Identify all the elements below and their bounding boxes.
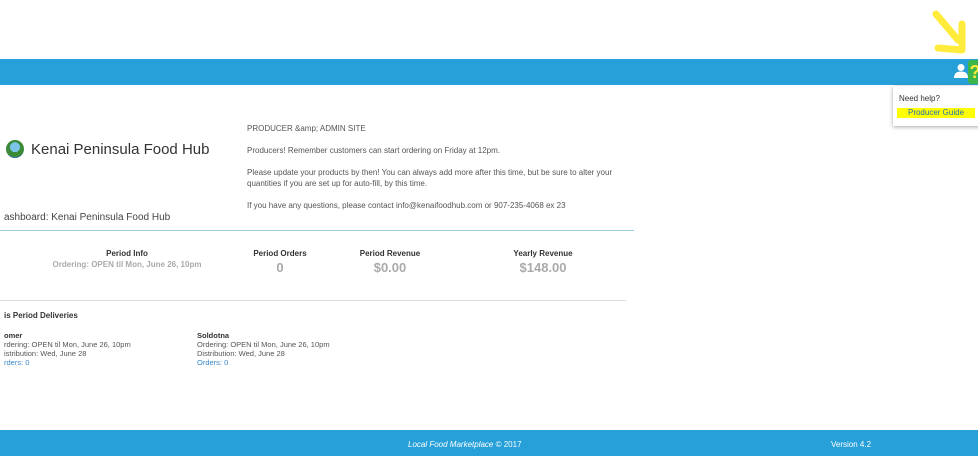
footer-product: Local Food Marketplace	[408, 440, 494, 449]
stat-value: $148.00	[519, 260, 567, 275]
notice-update-2: quantities if you are set up for auto-fi…	[247, 179, 428, 188]
delivery-distribution: Distribution: Wed, June 28	[197, 349, 285, 358]
top-nav-bar	[0, 59, 978, 85]
stat-label: Yearly Revenue	[513, 249, 573, 258]
delivery-homer: omer rdering: OPEN til Mon, June 26, 10p…	[4, 331, 131, 367]
help-title: Need help?	[899, 94, 940, 103]
delivery-orders-link[interactable]: rders: 0	[4, 358, 131, 367]
footer-copyright: Local Food Marketplace © 2017	[408, 440, 522, 449]
notice-contact: If you have any questions, please contac…	[247, 201, 566, 210]
stat-label: Period Revenue	[359, 249, 421, 258]
deliveries-title: is Period Deliveries	[4, 311, 78, 320]
stat-period-orders: Period Orders 0	[240, 249, 320, 275]
delivery-name: omer	[4, 331, 23, 340]
divider	[0, 300, 626, 301]
help-dropdown: Need help? Producer Guide	[893, 86, 978, 126]
delivery-distribution: istribution: Wed, June 28	[4, 349, 87, 358]
stat-label: Period Info	[106, 249, 148, 258]
stat-value: $0.00	[373, 260, 407, 275]
stat-value: 0	[276, 260, 284, 275]
user-icon[interactable]	[954, 63, 968, 79]
divider	[0, 230, 634, 231]
stat-period-revenue: Period Revenue $0.00	[345, 249, 435, 275]
hub-name: Kenai Peninsula Food Hub	[31, 141, 210, 158]
delivery-ordering: Ordering: OPEN til Mon, June 26, 10pm	[197, 340, 330, 349]
stat-yearly-revenue: Yearly Revenue $148.00	[498, 249, 588, 275]
delivery-orders-link[interactable]: Orders: 0	[197, 358, 330, 367]
notice-update-1: Please update your products by then! You…	[247, 168, 613, 177]
stat-label: Period Orders	[253, 249, 307, 258]
delivery-name: Soldotna	[197, 331, 230, 340]
notice-ordering: Producers! Remember customers can start …	[247, 146, 500, 155]
footer: Local Food Marketplace © 2017 Version 4.…	[0, 430, 978, 456]
stat-value: Ordering: OPEN til Mon, June 26, 10pm	[52, 260, 202, 269]
annotation-arrow-icon	[932, 10, 966, 54]
delivery-soldotna: Soldotna Ordering: OPEN til Mon, June 26…	[197, 331, 330, 367]
site-label: PRODUCER &amp; ADMIN SITE	[247, 124, 366, 133]
food-hub-logo-icon	[6, 140, 24, 158]
footer-version: Version 4.2	[831, 440, 872, 449]
help-icon[interactable]: ?	[968, 60, 978, 84]
stat-period-info: Period Info Ordering: OPEN til Mon, June…	[37, 249, 217, 269]
dashboard-title: ashboard: Kenai Peninsula Food Hub	[4, 212, 171, 223]
footer-year: © 2017	[493, 440, 522, 449]
producer-guide-link[interactable]: Producer Guide	[897, 108, 975, 118]
delivery-ordering: rdering: OPEN til Mon, June 26, 10pm	[4, 340, 131, 349]
